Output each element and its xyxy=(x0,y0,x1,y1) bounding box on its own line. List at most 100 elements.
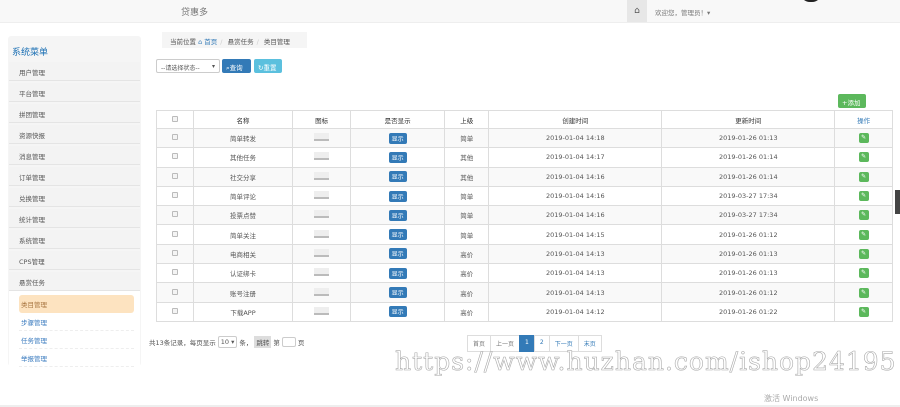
sidebar-item[interactable]: 用户管理 xyxy=(9,62,140,81)
name-cell: 简单转发 xyxy=(192,127,294,149)
submenu: 类目管理 步骤管理 任务管理 举报管理 xyxy=(9,291,140,371)
edit-icon[interactable]: ✎ xyxy=(858,191,869,202)
edit-icon[interactable]: ✎ xyxy=(858,248,869,259)
sidebar-item[interactable]: 订单管理 xyxy=(9,167,140,186)
page-input[interactable] xyxy=(281,337,296,347)
edit-icon[interactable]: ✎ xyxy=(858,133,869,144)
page-size-select[interactable]: 10 ▾ xyxy=(217,336,238,348)
select-all-checkbox[interactable] xyxy=(156,110,194,129)
action-cell: ✎ xyxy=(834,243,893,265)
search-button[interactable]: ⌕查询 xyxy=(222,59,251,73)
row-checkbox[interactable] xyxy=(156,263,194,284)
edit-icon[interactable]: ✎ xyxy=(858,171,869,182)
row-checkbox[interactable] xyxy=(156,224,194,245)
row-checkbox[interactable] xyxy=(156,282,194,303)
user-menu[interactable]: 欢迎您，管理员！▾ xyxy=(655,7,710,17)
edit-icon[interactable]: ✎ xyxy=(858,229,869,240)
icon-cell xyxy=(292,243,351,265)
top-navbar: 贷惠多 ⌂ 欢迎您，管理员！▾ xyxy=(0,0,900,23)
show-badge[interactable]: 显示 xyxy=(388,151,407,163)
show-badge[interactable]: 显示 xyxy=(388,190,407,202)
breadcrumb-level1[interactable]: 悬赏任务 xyxy=(228,38,254,46)
parent-cell: 高价 xyxy=(444,263,490,284)
icon-cell xyxy=(292,166,351,187)
show-badge[interactable]: 显示 xyxy=(388,132,407,144)
updated-cell: 2019-01-26 01:12 xyxy=(661,282,836,303)
column-header: 名称 xyxy=(192,110,294,129)
created-cell: 2019-01-04 14:16 xyxy=(488,185,663,207)
show-cell: 显示 xyxy=(349,301,446,322)
row-checkbox[interactable] xyxy=(156,243,194,265)
icon-cell xyxy=(292,127,351,149)
sidebar-item[interactable]: CPS管理 xyxy=(9,251,140,270)
row-checkbox[interactable] xyxy=(156,205,194,226)
reset-button[interactable]: ↻重置 xyxy=(254,59,282,73)
sidebar-item[interactable]: 拼团管理 xyxy=(9,104,140,123)
sidebar-subitem[interactable]: 步骤管理 xyxy=(19,313,134,331)
row-checkbox[interactable] xyxy=(156,185,194,207)
page-suffix: 页 xyxy=(297,339,305,347)
column-header: 操作 xyxy=(834,110,893,129)
created-cell: 2019-01-04 14:17 xyxy=(488,147,663,168)
show-badge[interactable]: 显示 xyxy=(388,248,407,260)
side-scroll-handle[interactable] xyxy=(895,190,900,214)
sidebar-subitem[interactable]: 任务管理 xyxy=(19,331,134,349)
sidebar-item[interactable]: 系统管理 xyxy=(9,230,140,249)
show-badge[interactable]: 显示 xyxy=(388,287,407,299)
edit-icon[interactable]: ✎ xyxy=(858,306,869,317)
created-cell: 2019-01-04 14:13 xyxy=(488,282,663,303)
status-select[interactable]: --请选择状态-- ▾ xyxy=(156,59,220,73)
image-placeholder-icon xyxy=(314,306,330,315)
edit-icon[interactable]: ✎ xyxy=(858,152,869,163)
breadcrumb-home-label: 首页 xyxy=(204,38,218,46)
home-icon[interactable]: ⌂ xyxy=(627,0,647,22)
parent-cell: 简单 xyxy=(444,205,490,226)
updated-cell: 2019-01-26 01:12 xyxy=(661,224,836,245)
sidebar-item[interactable]: 资源快报 xyxy=(9,125,140,144)
parent-cell: 简单 xyxy=(444,224,490,245)
edit-icon[interactable]: ✎ xyxy=(858,268,869,279)
show-badge[interactable]: 显示 xyxy=(388,267,407,279)
jump-button[interactable]: 跳转 xyxy=(254,336,272,348)
image-placeholder-icon xyxy=(314,191,330,200)
image-placeholder-icon xyxy=(314,287,330,296)
sidebar-item[interactable]: 统计管理 xyxy=(9,209,140,228)
icon-cell xyxy=(292,282,351,303)
sidebar-item[interactable]: 消息管理 xyxy=(9,146,140,165)
icon-cell xyxy=(292,147,351,168)
updated-cell: 2019-01-26 01:13 xyxy=(661,263,836,284)
icon-cell xyxy=(292,185,351,207)
created-cell: 2019-01-04 14:12 xyxy=(488,301,663,322)
sidebar-title: 系统菜单 xyxy=(12,48,49,58)
sidebar-subitem[interactable]: 举报管理 xyxy=(19,349,134,367)
show-badge[interactable]: 显示 xyxy=(388,229,407,241)
image-placeholder-icon xyxy=(314,268,330,277)
sidebar-subitem[interactable]: 类目管理 xyxy=(19,295,134,313)
sidebar-item[interactable]: 悬赏任务 xyxy=(9,272,140,291)
show-badge[interactable]: 显示 xyxy=(388,209,407,221)
action-cell: ✎ xyxy=(834,224,893,245)
row-checkbox[interactable] xyxy=(156,127,194,149)
breadcrumb-home[interactable]: ⌂ 首页 xyxy=(198,38,217,46)
name-cell: 投票点赞 xyxy=(192,205,294,226)
created-cell: 2019-01-04 14:13 xyxy=(488,243,663,265)
row-checkbox[interactable] xyxy=(156,166,194,187)
add-button[interactable]: +添加 xyxy=(838,94,866,108)
table-row: 下载APP 显示 高价 2019-01-04 14:12 2019-01-26 … xyxy=(156,301,893,322)
show-badge[interactable]: 显示 xyxy=(388,306,407,318)
parent-cell: 简单 xyxy=(444,185,490,207)
row-checkbox[interactable] xyxy=(156,301,194,322)
table-row: 电商相关 显示 高价 2019-01-04 14:13 2019-01-26 0… xyxy=(156,243,893,265)
created-cell: 2019-01-04 14:18 xyxy=(488,127,663,149)
updated-cell: 2019-01-26 01:14 xyxy=(661,166,836,187)
edit-icon[interactable]: ✎ xyxy=(858,210,869,221)
show-badge[interactable]: 显示 xyxy=(388,171,407,183)
name-cell: 简单评论 xyxy=(192,185,294,207)
icon-cell xyxy=(292,301,351,322)
row-checkbox[interactable] xyxy=(156,147,194,168)
action-cell: ✎ xyxy=(834,301,893,322)
sidebar-item[interactable]: 平台管理 xyxy=(9,83,140,102)
sidebar-item[interactable]: 兑换管理 xyxy=(9,188,140,207)
sidebar: 系统菜单 用户管理平台管理拼团管理资源快报消息管理订单管理兑换管理统计管理系统管… xyxy=(8,36,141,371)
edit-icon[interactable]: ✎ xyxy=(858,287,869,298)
